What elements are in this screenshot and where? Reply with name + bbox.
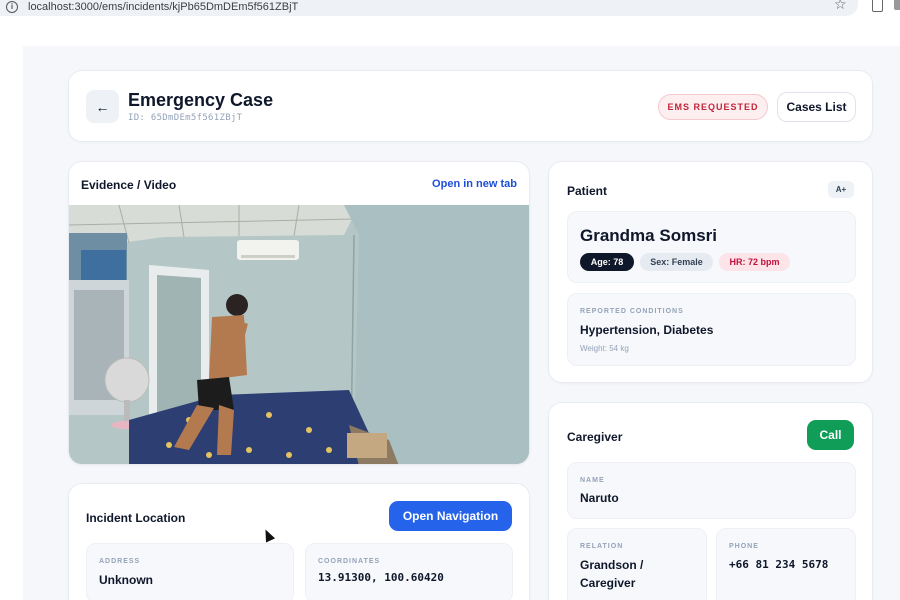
address-value: Unknown [99,573,153,587]
coordinates-value: 13.91300, 100.60420 [318,571,444,584]
video-frame-image [69,205,529,464]
patient-name: Grandma Somsri [580,226,717,245]
app-main: ← Emergency Case ID: 65DmDEm5f561ZBjT EM… [23,46,900,600]
case-header: ← Emergency Case ID: 65DmDEm5f561ZBjT EM… [68,70,873,142]
browser-chrome: i localhost:3000/ems/incidents/kjPb65DmD… [0,0,900,46]
incident-location-card: Incident Location Open Navigation ADDRES… [68,483,530,600]
patient-title: Patient [567,184,608,198]
conditions-label: REPORTED CONDITIONS [580,308,684,315]
evidence-video[interactable] [69,205,529,464]
coordinates-label: COORDINATES [318,558,381,565]
age-chip: Age: 78 [580,253,634,271]
evidence-title: Evidence / Video [81,178,177,192]
evidence-card: Evidence / Video Open in new tab [68,161,530,465]
caregiver-card: Caregiver Call NAME Naruto RELATION Gran… [548,402,873,600]
reported-conditions-box: REPORTED CONDITIONS Hypertension, Diabet… [567,293,856,366]
patient-summary: Grandma Somsri Age: 78 Sex: Female HR: 7… [567,211,856,283]
open-in-new-tab-link[interactable]: Open in new tab [432,178,517,190]
caregiver-title: Caregiver [567,430,623,444]
caregiver-name-box: NAME Naruto [567,462,856,519]
phone-box: PHONE +66 81 234 5678 [716,528,856,600]
extension-icon[interactable] [872,0,883,12]
open-navigation-button[interactable]: Open Navigation [389,501,512,531]
caregiver-name: Naruto [580,491,619,505]
phone-label: PHONE [729,543,759,550]
patient-card: Patient A+ Grandma Somsri Age: 78 Sex: F… [548,161,873,383]
address-bar[interactable]: i localhost:3000/ems/incidents/kjPb65DmD… [0,0,858,16]
address-box: ADDRESS Unknown [86,543,294,600]
address-label: ADDRESS [99,558,141,565]
phone-value[interactable]: +66 81 234 5678 [729,558,828,571]
coordinates-box: COORDINATES 13.91300, 100.60420 [305,543,513,600]
url-text[interactable]: localhost:3000/ems/incidents/kjPb65DmDEm… [28,1,298,13]
heart-rate-chip: HR: 72 bpm [719,253,790,271]
weight-value: Weight: 54 kg [580,344,629,353]
name-label: NAME [580,477,605,484]
site-info-icon[interactable]: i [6,1,18,13]
status-badge: EMS REQUESTED [658,94,768,120]
arrow-left-icon: ← [95,98,110,115]
bookmark-star-icon[interactable]: ☆ [834,0,847,13]
location-title: Incident Location [86,511,186,525]
conditions-value: Hypertension, Diabetes [580,323,714,337]
relation-line-1: Grandson / [580,558,644,572]
back-button[interactable]: ← [86,90,119,123]
call-button[interactable]: Call [807,420,854,450]
sex-chip: Sex: Female [640,253,713,271]
relation-line-2: Caregiver [580,576,636,590]
case-id: ID: 65DmDEm5f561ZBjT [128,113,243,123]
page-title: Emergency Case [128,90,274,110]
blood-type-badge: A+ [828,181,854,198]
cases-list-button[interactable]: Cases List [777,92,856,122]
relation-label: RELATION [580,543,624,550]
profile-icon[interactable] [894,0,900,10]
relation-box: RELATION Grandson / Caregiver [567,528,707,600]
